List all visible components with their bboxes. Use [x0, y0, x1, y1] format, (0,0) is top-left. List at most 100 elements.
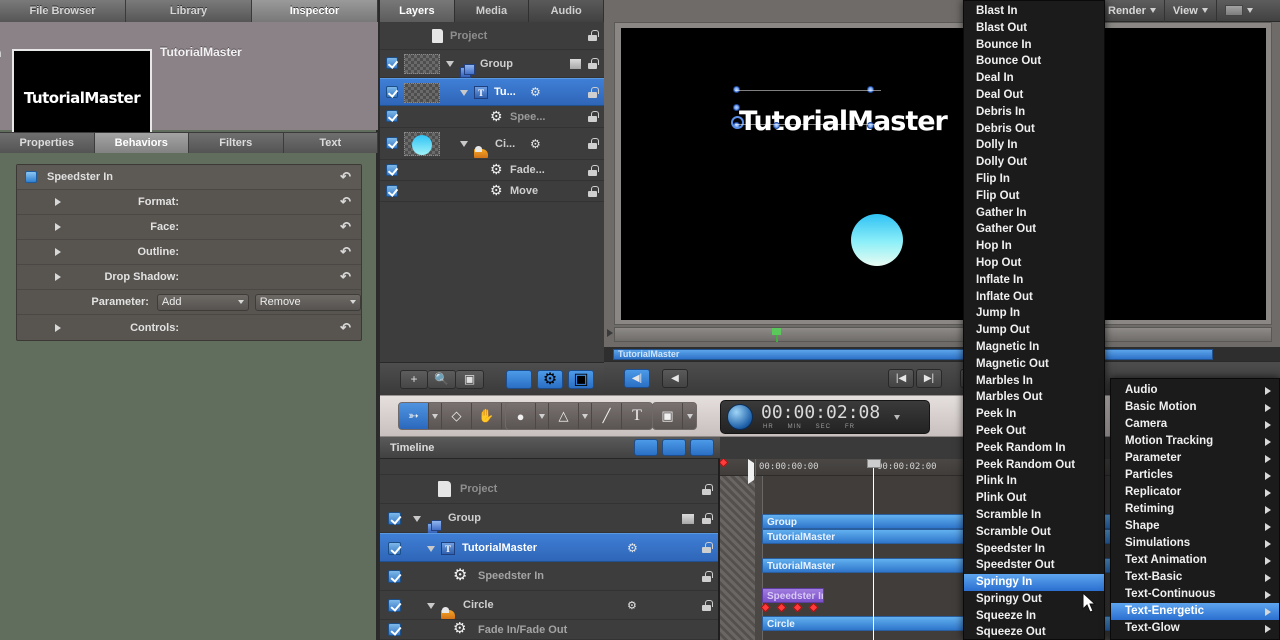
menu-item-marbles-in[interactable]: Marbles In	[964, 373, 1104, 390]
toggle-keyframes-button[interactable]	[634, 439, 658, 456]
gear-icon[interactable]: ⚙	[530, 137, 541, 151]
group-blend-icon[interactable]	[682, 514, 694, 524]
menu-item-text-animation[interactable]: Text Animation	[1111, 552, 1279, 569]
timeline-visibility-checkbox[interactable]	[388, 570, 401, 583]
timeline-row-circle[interactable]: Circle ⚙	[380, 591, 718, 620]
menu-item-inflate-out[interactable]: Inflate Out	[964, 289, 1104, 306]
toggle-filters-button[interactable]	[690, 439, 714, 456]
shape-tool-dropdown-arrow-icon[interactable]	[536, 403, 549, 429]
timeline-playhead[interactable]	[873, 459, 874, 640]
bezier-pen-tool-icon[interactable]: △	[549, 403, 579, 429]
disclosure-triangle-icon[interactable]	[55, 223, 61, 231]
gear-icon[interactable]: ⚙	[530, 85, 541, 99]
menu-item-parameter[interactable]: Parameter	[1111, 450, 1279, 467]
canvas-render-surface[interactable]: TutorialMaster	[621, 28, 1266, 320]
menu-item-gather-out[interactable]: Gather Out	[964, 221, 1104, 238]
reset-icon[interactable]: ↶	[340, 244, 351, 260]
layout-menu[interactable]	[1217, 0, 1261, 22]
layer-visibility-checkbox[interactable]	[386, 57, 398, 69]
lock-icon[interactable]	[588, 86, 599, 98]
subtab-behaviors[interactable]: Behaviors	[94, 133, 189, 153]
menu-item-dolly-in[interactable]: Dolly In	[964, 137, 1104, 154]
menu-item-text-glow[interactable]: Text-Glow	[1111, 620, 1279, 637]
behavior-enable-checkbox[interactable]	[25, 171, 37, 183]
toggle-behaviors-button[interactable]	[662, 439, 686, 456]
gear-icon[interactable]: ⚙	[627, 541, 638, 555]
behaviors-submenu[interactable]: Blast In Blast Out Bounce In Bounce Out …	[963, 0, 1105, 640]
tab-layers[interactable]: Layers	[380, 0, 455, 22]
menu-item-jump-out[interactable]: Jump Out	[964, 322, 1104, 339]
canvas-scrubber[interactable]	[607, 327, 1272, 342]
menu-item-magnetic-out[interactable]: Magnetic Out	[964, 356, 1104, 373]
parameter-remove-dropdown[interactable]: Remove	[254, 293, 361, 311]
reset-icon[interactable]: ↶	[340, 269, 351, 285]
menu-item-retiming[interactable]: Retiming	[1111, 501, 1279, 518]
menu-item-deal-out[interactable]: Deal Out	[964, 87, 1104, 104]
layer-visibility-checkbox[interactable]	[386, 185, 398, 197]
reset-icon[interactable]: ↶	[340, 320, 351, 336]
reset-icon[interactable]: ↶	[340, 169, 351, 185]
play-reverse-button[interactable]: ◀	[662, 369, 688, 388]
clip-speedster-in[interactable]: Speedster In	[762, 588, 824, 603]
lock-icon[interactable]	[588, 111, 599, 122]
menu-item-peek-random-out[interactable]: Peek Random Out	[964, 457, 1104, 474]
timeline-visibility-checkbox[interactable]	[388, 512, 401, 525]
timeline-visibility-checkbox[interactable]	[388, 542, 401, 555]
menu-item-inflate-in[interactable]: Inflate In	[964, 272, 1104, 289]
layer-visibility-checkbox[interactable]	[386, 164, 398, 176]
disclosure-triangle-icon[interactable]	[55, 198, 61, 206]
shape-circle-tool-icon[interactable]: ●	[506, 403, 536, 429]
mask-icon[interactable]: ▣	[456, 369, 484, 389]
render-menu[interactable]: Render	[1100, 0, 1165, 22]
menu-item-text-basic[interactable]: Text-Basic	[1111, 569, 1279, 586]
behavior-categories-menu[interactable]: Audio Basic Motion Camera Motion Trackin…	[1110, 378, 1280, 640]
disclosure-triangle-icon[interactable]	[427, 603, 435, 609]
menu-item-gather-in[interactable]: Gather In	[964, 205, 1104, 222]
view-menu[interactable]: View	[1165, 0, 1217, 22]
timeline-visibility-checkbox[interactable]	[388, 623, 401, 636]
menu-item-speedster-out[interactable]: Speedster Out	[964, 557, 1104, 574]
parameter-add-dropdown[interactable]: Add	[156, 293, 249, 311]
tab-inspector[interactable]: Inspector	[252, 0, 378, 22]
lock-icon[interactable]	[588, 58, 599, 69]
search-icon[interactable]: 🔍	[428, 369, 456, 389]
param-row-outline[interactable]: Outline: ↶	[17, 240, 361, 265]
layer-row-move[interactable]: ⚙ Move	[380, 181, 604, 202]
tab-library[interactable]: Library	[126, 0, 252, 22]
menu-item-text-energetic[interactable]: Text-Energetic	[1111, 603, 1279, 620]
menu-item-flip-in[interactable]: Flip In	[964, 171, 1104, 188]
lock-icon[interactable]	[588, 30, 599, 41]
subtab-properties[interactable]: Properties	[0, 133, 95, 153]
menu-item-blast-out[interactable]: Blast Out	[964, 20, 1104, 37]
anchor-point-icon[interactable]	[731, 116, 744, 129]
menu-item-springy-in[interactable]: Springy In	[964, 574, 1104, 591]
menu-item-hop-in[interactable]: Hop In	[964, 238, 1104, 255]
lock-icon[interactable]	[588, 138, 599, 149]
lock-icon[interactable]	[702, 599, 713, 611]
menu-item-debris-out[interactable]: Debris Out	[964, 121, 1104, 138]
pan-tool-icon[interactable]: ✋	[472, 403, 502, 429]
layer-row-speedster[interactable]: ⚙ Spee...	[380, 106, 604, 128]
scrub-left-arrow-icon[interactable]	[607, 329, 613, 337]
group-blend-icon[interactable]	[570, 59, 581, 69]
mask-tool-icon[interactable]: ▣	[653, 403, 683, 429]
menu-item-text-continuous[interactable]: Text-Continuous	[1111, 586, 1279, 603]
menu-item-basic-motion[interactable]: Basic Motion	[1111, 399, 1279, 416]
disclosure-triangle-icon[interactable]	[55, 273, 61, 281]
subtab-text[interactable]: Text	[283, 133, 378, 153]
menu-item-jump-in[interactable]: Jump In	[964, 305, 1104, 322]
canvas-viewport[interactable]: TutorialMaster	[614, 22, 1272, 325]
lock-icon[interactable]	[588, 164, 599, 176]
timeline-visibility-checkbox[interactable]	[388, 599, 401, 612]
menu-item-particles[interactable]: Particles	[1111, 467, 1279, 484]
menu-item-camera[interactable]: Camera	[1111, 416, 1279, 433]
param-row-format[interactable]: Format: ↶	[17, 190, 361, 215]
layer-row-fade[interactable]: ⚙ Fade...	[380, 160, 604, 181]
menu-item-plink-in[interactable]: Plink In	[964, 473, 1104, 490]
layer-row-project[interactable]: Project	[380, 22, 604, 50]
timeline-row-project[interactable]: Project	[380, 475, 718, 504]
menu-item-peek-random-in[interactable]: Peek Random In	[964, 440, 1104, 457]
menu-item-bounce-out[interactable]: Bounce Out	[964, 53, 1104, 70]
menu-item-debris-in[interactable]: Debris In	[964, 104, 1104, 121]
menu-item-shape[interactable]: Shape	[1111, 518, 1279, 535]
